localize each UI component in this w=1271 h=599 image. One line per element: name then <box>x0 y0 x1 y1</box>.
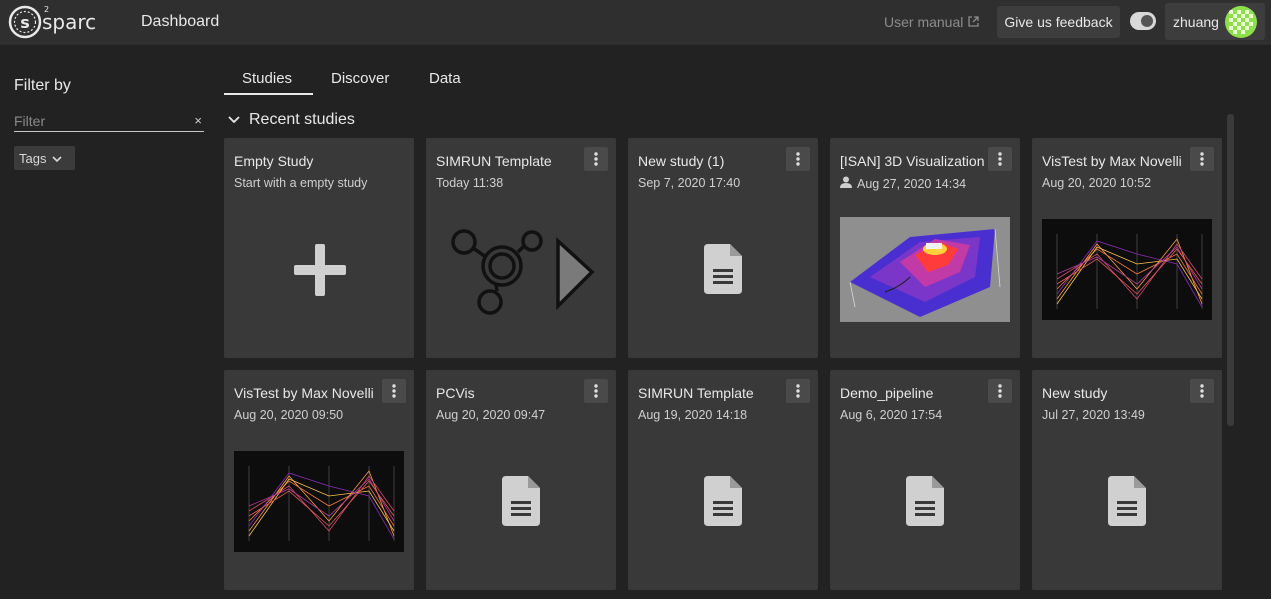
tags-label: Tags <box>19 150 47 166</box>
more-vert-icon <box>796 384 800 398</box>
tab-discover[interactable]: Discover <box>331 70 389 87</box>
plus-icon <box>292 242 348 303</box>
scrollbar[interactable] <box>1227 114 1234 426</box>
tags-dropdown[interactable]: Tags <box>14 146 75 170</box>
tab-studies[interactable]: Studies <box>242 70 292 87</box>
more-vert-icon <box>392 384 396 398</box>
card-menu-button[interactable] <box>1190 147 1214 171</box>
more-vert-icon <box>998 384 1002 398</box>
document-icon <box>906 476 944 531</box>
card-subtitle: Aug 20, 2020 10:52 <box>1042 176 1152 190</box>
feedback-button[interactable]: Give us feedback <box>997 6 1120 38</box>
card-menu-button[interactable] <box>584 379 608 403</box>
more-vert-icon <box>1200 152 1204 166</box>
card-subtitle: Aug 20, 2020 09:47 <box>436 408 546 422</box>
clear-filter-icon[interactable]: × <box>194 113 202 128</box>
more-vert-icon <box>594 152 598 166</box>
more-vert-icon <box>1200 384 1204 398</box>
card-title: SIMRUN Template <box>638 385 754 401</box>
document-icon <box>502 476 540 531</box>
study-card[interactable]: VisTest by Max Novelli Aug 20, 2020 09:5… <box>224 370 414 590</box>
study-card[interactable]: SIMRUN Template Today 11:38 <box>426 138 616 358</box>
user-menu-button[interactable]: zhuang <box>1165 3 1265 40</box>
study-card[interactable]: PCVis Aug 20, 2020 09:47 <box>426 370 616 590</box>
svg-text:sparc: sparc <box>42 10 96 34</box>
parallel-coords-image <box>234 451 404 557</box>
card-menu-button[interactable] <box>786 147 810 171</box>
card-menu-button[interactable] <box>786 379 810 403</box>
card-menu-button[interactable] <box>988 379 1012 403</box>
card-title: [ISAN] 3D Visualization <box>840 153 985 169</box>
svg-text:s: s <box>20 13 30 32</box>
user-manual-label: User manual <box>884 14 964 30</box>
filter-field[interactable]: × <box>14 110 204 132</box>
card-title: New study <box>1042 385 1108 401</box>
simrun-logo <box>450 226 595 329</box>
tab-data[interactable]: Data <box>429 70 461 87</box>
document-icon <box>1108 476 1146 531</box>
card-menu-button[interactable] <box>1190 379 1214 403</box>
3d-visualization-image <box>840 217 1010 327</box>
study-card[interactable]: Demo_pipeline Aug 6, 2020 17:54 <box>830 370 1020 590</box>
username-label: zhuang <box>1173 13 1219 30</box>
card-subtitle: Aug 6, 2020 17:54 <box>840 408 943 422</box>
shared-user-icon <box>840 176 852 191</box>
card-title: VisTest by Max Novelli <box>234 385 374 401</box>
more-vert-icon <box>998 152 1002 166</box>
avatar <box>1225 6 1257 38</box>
card-subtitle: Aug 27, 2020 14:34 <box>840 176 966 191</box>
more-vert-icon <box>796 152 800 166</box>
card-subtitle: Jul 27, 2020 13:49 <box>1042 408 1145 422</box>
document-icon <box>704 476 742 531</box>
theme-toggle[interactable] <box>1130 12 1156 30</box>
study-card[interactable]: [ISAN] 3D Visualization Aug 27, 2020 14:… <box>830 138 1020 358</box>
filter-input[interactable] <box>14 112 184 129</box>
external-link-icon <box>968 14 980 30</box>
study-card[interactable]: VisTest by Max Novelli Aug 20, 2020 10:5… <box>1032 138 1222 358</box>
card-title: SIMRUN Template <box>436 153 552 169</box>
card-menu-button[interactable] <box>988 147 1012 171</box>
active-tab-indicator <box>224 93 313 95</box>
card-subtitle: Today 11:38 <box>436 176 504 190</box>
card-subtitle: Sep 7, 2020 17:40 <box>638 176 741 190</box>
card-menu-button[interactable] <box>382 379 406 403</box>
more-vert-icon <box>594 384 598 398</box>
card-title: VisTest by Max Novelli <box>1042 153 1182 169</box>
card-subtitle: Aug 19, 2020 14:18 <box>638 408 748 422</box>
parallel-coords-image <box>1042 219 1212 325</box>
top-bar: s 2 sparc Dashboard User manual Give us … <box>0 0 1271 45</box>
card-title: Empty Study <box>234 153 314 169</box>
card-title: Demo_pipeline <box>840 385 934 401</box>
dashboard-title[interactable]: Dashboard <box>141 13 219 31</box>
section-title: Recent studies <box>249 111 355 128</box>
document-icon <box>704 244 742 299</box>
chevron-down-icon <box>228 111 240 129</box>
recent-studies-header[interactable]: Recent studies <box>228 111 355 129</box>
user-manual-link[interactable]: User manual <box>884 14 980 30</box>
filter-by-title: Filter by <box>14 77 71 94</box>
study-card[interactable]: Empty Study Start with a empty study <box>224 138 414 358</box>
study-card[interactable]: New study (1) Sep 7, 2020 17:40 <box>628 138 818 358</box>
study-card[interactable]: SIMRUN Template Aug 19, 2020 14:18 <box>628 370 818 590</box>
study-card[interactable]: New study Jul 27, 2020 13:49 <box>1032 370 1222 590</box>
chevron-down-icon <box>52 151 63 166</box>
card-title: PCVis <box>436 385 475 401</box>
sparc-logo[interactable]: s 2 sparc <box>8 4 103 40</box>
card-title: New study (1) <box>638 153 725 169</box>
card-subtitle: Start with a empty study <box>234 176 368 190</box>
card-menu-button[interactable] <box>584 147 608 171</box>
card-subtitle: Aug 20, 2020 09:50 <box>234 408 344 422</box>
